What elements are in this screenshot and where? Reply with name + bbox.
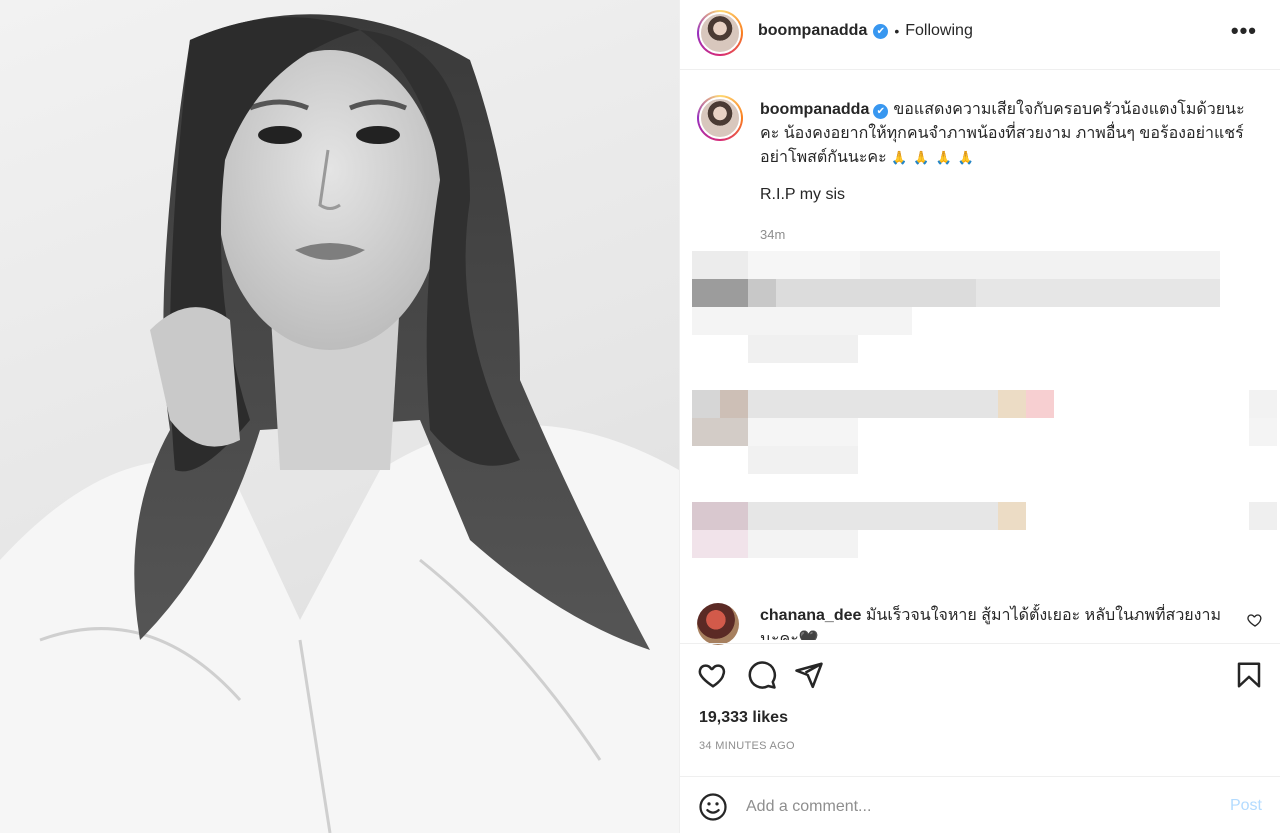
- comment-heart-icon[interactable]: [1247, 612, 1263, 628]
- share-send-icon[interactable]: [794, 660, 824, 690]
- actions-divider: [680, 643, 1280, 644]
- caption-avatar[interactable]: [697, 95, 743, 141]
- likes-count[interactable]: 19,333 likes: [699, 709, 788, 727]
- portrait-image: [0, 14, 679, 833]
- add-comment-bar: Post: [680, 776, 1280, 833]
- commenter-avatar[interactable]: [697, 603, 739, 645]
- caption-emoji: 🙏🙏🙏🙏: [891, 150, 980, 165]
- caption-time: 34m: [760, 227, 786, 242]
- verified-icon: ✔: [873, 104, 889, 119]
- caption-rip: R.I.P my sis: [760, 186, 846, 203]
- like-heart-icon[interactable]: [698, 660, 728, 690]
- verified-icon: ✔: [873, 23, 889, 39]
- more-options-icon[interactable]: •••: [1231, 18, 1257, 44]
- following-button[interactable]: Following: [905, 22, 973, 40]
- comment-input[interactable]: [746, 795, 1206, 819]
- post-timestamp: 34 MINUTES AGO: [699, 740, 795, 752]
- caption-username[interactable]: boompanadda: [760, 101, 869, 118]
- post-photo[interactable]: [0, 0, 679, 833]
- author-avatar[interactable]: [697, 10, 743, 56]
- post-panel: boompanadda ✔ • Following ••• boompanadd…: [679, 0, 1280, 833]
- save-bookmark-icon[interactable]: [1234, 660, 1264, 690]
- emoji-smile-icon[interactable]: [698, 792, 728, 822]
- post-comment-button[interactable]: Post: [1230, 797, 1262, 815]
- comment-bubble-icon[interactable]: [747, 660, 777, 690]
- commenter-username[interactable]: chanana_dee: [760, 607, 861, 624]
- comment: chanana_dee มันเร็วจนใจหาย สู้มาได้ตั้งเ…: [760, 604, 1240, 640]
- author-username[interactable]: boompanadda: [758, 22, 867, 40]
- separator-dot: •: [894, 23, 900, 39]
- caption: boompanadda ✔ ขอแสดงความเสียใจกับครอบครัวน…: [760, 98, 1260, 170]
- post-header: boompanadda ✔ • Following •••: [680, 0, 1280, 70]
- header-user: boompanadda ✔ • Following: [758, 22, 973, 40]
